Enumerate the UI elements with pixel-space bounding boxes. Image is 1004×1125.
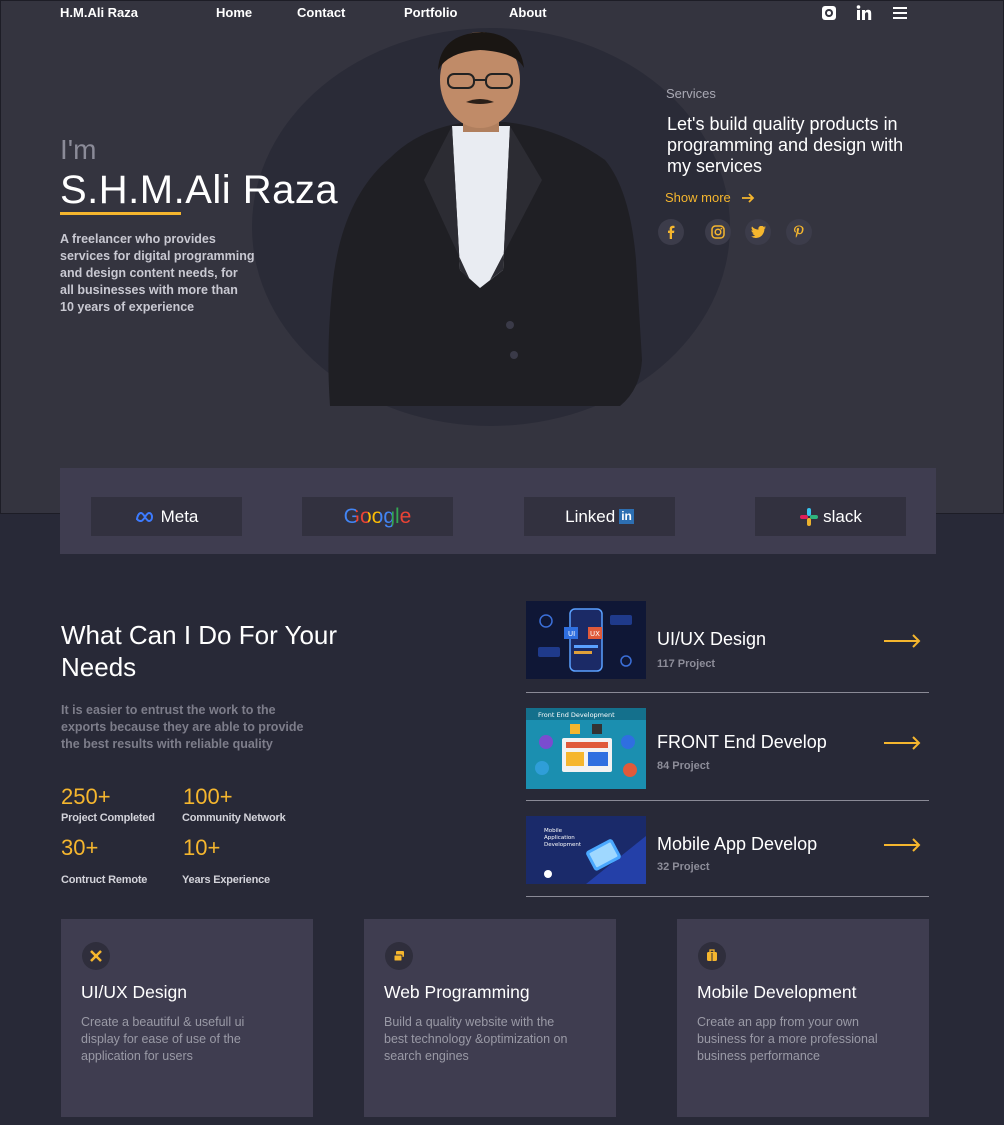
mobile-thumbnail: Mobile Application Development	[526, 816, 646, 884]
menu-icon[interactable]	[892, 5, 908, 21]
nav-about[interactable]: About	[509, 5, 547, 20]
name-underline	[60, 212, 181, 215]
stat-label: Project Completed	[61, 812, 155, 824]
github-icon[interactable]	[821, 5, 837, 21]
instagram-icon[interactable]	[705, 219, 731, 245]
stat-value: 10+	[183, 835, 221, 860]
svg-text:UI: UI	[568, 630, 575, 638]
service-row-uiux[interactable]: UI UX UI/UX Design 117 Project	[526, 601, 929, 693]
show-more-label: Show more	[665, 190, 731, 205]
brand-meta-label: Meta	[160, 506, 199, 526]
stat-label: Contruct Remote	[61, 874, 148, 886]
mobile-app-icon	[698, 942, 726, 970]
brand-linkedin-label: Linked	[565, 506, 616, 526]
what-section-title: What Can I Do For Your Needs	[61, 620, 338, 682]
services-label: Services	[666, 86, 716, 101]
card-title: UI/UX Design	[81, 982, 188, 1002]
thumbnail-caption: Front End Development	[538, 711, 615, 719]
code-icon	[385, 942, 413, 970]
card-mobile[interactable]: Mobile Development Create an app from yo…	[677, 919, 929, 1117]
card-title: Web Programming	[384, 982, 530, 1002]
card-uiux[interactable]: UI/UX Design Create a beautiful & useful…	[61, 919, 313, 1117]
show-more-link[interactable]: Show more	[665, 190, 755, 205]
brand-strip: Meta Google Linked in slack	[60, 468, 936, 554]
svg-text:Mobile: Mobile	[544, 828, 563, 834]
meta-logo-icon	[135, 511, 153, 522]
frontend-thumbnail: Front End Development	[526, 708, 646, 789]
arrow-right-icon[interactable]	[884, 736, 922, 750]
card-title: Mobile Development	[697, 982, 857, 1002]
arrow-right-icon[interactable]	[884, 838, 922, 852]
brand-google: Google	[302, 497, 453, 536]
nav-contact[interactable]: Contact	[297, 5, 345, 20]
linkedin-icon[interactable]	[856, 5, 872, 21]
card-description: Create a beautiful & usefull ui display …	[81, 1015, 245, 1063]
services-title: Let's build quality products in programm…	[667, 114, 904, 176]
service-row-title: Mobile App Develop	[657, 834, 818, 854]
brand-slack: slack	[755, 497, 906, 536]
stat-label: Community Network	[182, 812, 286, 824]
service-row-title: FRONT End Develop	[657, 732, 827, 752]
svg-text:UX: UX	[590, 630, 600, 638]
slack-logo-icon	[800, 507, 819, 526]
arrow-right-icon	[741, 192, 755, 203]
card-description: Build a quality website with the best te…	[384, 1015, 568, 1063]
service-row-frontend[interactable]: Front End Development FRONT End Develop …	[526, 708, 929, 801]
profile-photo	[328, 32, 642, 406]
service-row-mobile[interactable]: Mobile Application Development Mobile Ap…	[526, 816, 929, 897]
hero-name: S.H.M.Ali Raza	[60, 168, 339, 212]
what-section-description: It is easier to entrust the work to the …	[61, 703, 304, 751]
uiux-thumbnail: UI UX	[526, 601, 646, 679]
pinterest-icon[interactable]	[786, 219, 812, 245]
hero-greeting: I'm	[60, 134, 97, 165]
brand-google-label: Google	[343, 504, 412, 528]
stat-label: Years Experience	[182, 874, 270, 886]
brand-linkedin: Linked in	[524, 497, 675, 536]
service-row-count: 84 Project	[657, 760, 710, 772]
facebook-icon[interactable]	[658, 219, 684, 245]
service-row-count: 32 Project	[657, 861, 710, 873]
brand-meta: Meta	[91, 497, 242, 536]
brand-slack-label: slack	[823, 506, 862, 526]
hero-description: A freelancer who provides services for d…	[60, 232, 255, 314]
design-tools-icon	[82, 942, 110, 970]
site-brand[interactable]: H.M.Ali Raza	[60, 5, 138, 20]
nav-home[interactable]: Home	[216, 5, 252, 20]
nav-portfolio[interactable]: Portfolio	[404, 5, 457, 20]
card-description: Create an app from your own business for…	[697, 1015, 878, 1063]
arrow-right-icon[interactable]	[884, 634, 922, 648]
stat-value: 250+	[61, 784, 111, 809]
stat-value: 30+	[61, 835, 99, 860]
svg-text:Development: Development	[544, 842, 582, 848]
card-web[interactable]: Web Programming Build a quality website …	[364, 919, 616, 1117]
service-row-count: 117 Project	[657, 658, 716, 670]
service-row-title: UI/UX Design	[657, 629, 767, 649]
twitter-icon[interactable]	[745, 219, 771, 245]
stat-value: 100+	[183, 784, 233, 809]
linkedin-in-badge: in	[619, 509, 634, 524]
svg-text:Application: Application	[544, 835, 575, 841]
